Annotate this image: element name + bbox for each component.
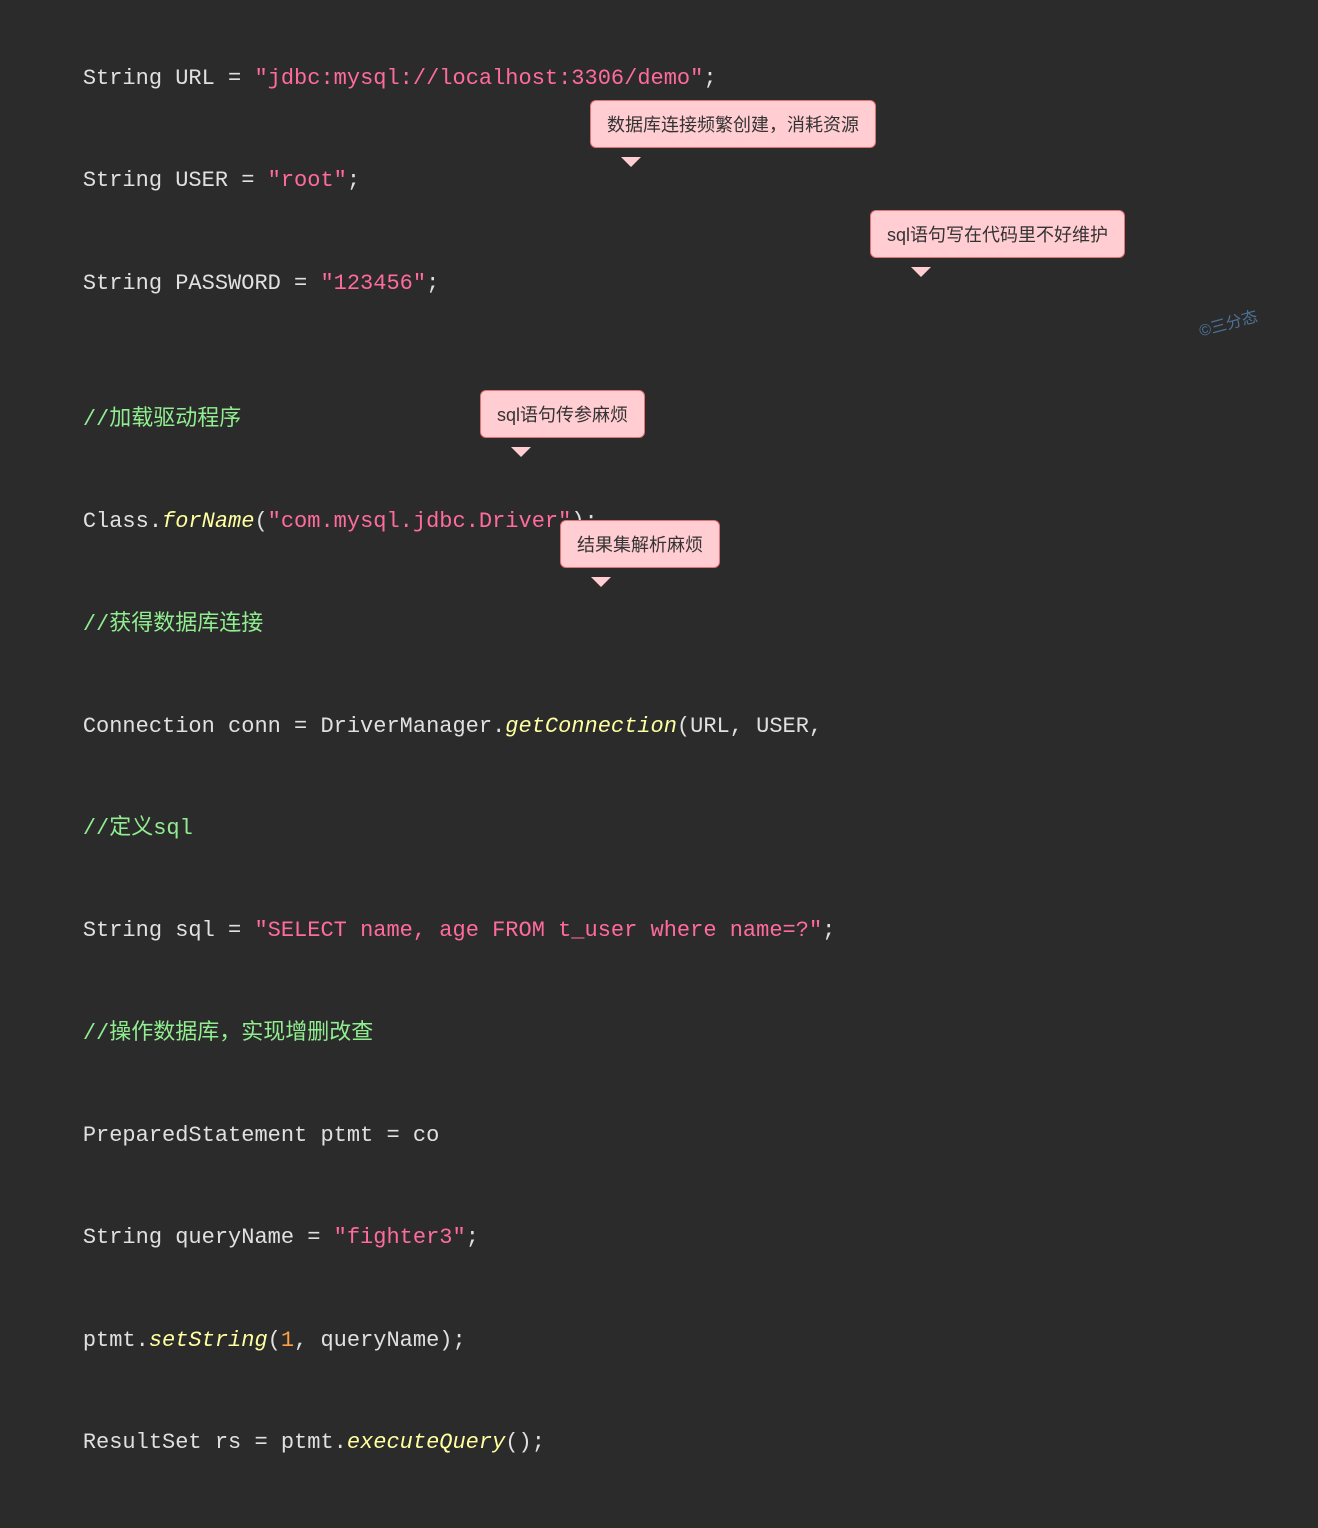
code-line-13: String queryName = "fighter3";: [30, 1187, 1288, 1289]
code-line-16: //如果有数据，rs.next()返回true: [30, 1494, 1288, 1528]
callout-2: sql语句写在代码里不好维护: [870, 210, 1125, 258]
callout-3-text: sql语句传参麻烦: [497, 405, 628, 425]
callout-1-text: 数据库连接频繁创建，消耗资源: [607, 115, 859, 135]
callout-1: 数据库连接频繁创建，消耗资源: [590, 100, 876, 148]
code-line-9: //定义sql: [30, 778, 1288, 880]
callout-4-text: 结果集解析麻烦: [577, 535, 703, 555]
code-line-7: //获得数据库连接: [30, 574, 1288, 676]
callout-2-text: sql语句写在代码里不好维护: [887, 225, 1108, 245]
code-line-4: [30, 335, 1288, 369]
callout-4: 结果集解析麻烦: [560, 520, 720, 568]
code-line-5: //加载驱动程序: [30, 369, 1288, 471]
code-line-11: //操作数据库，实现增删改查: [30, 983, 1288, 1085]
code-line-15: ResultSet rs = ptmt.executeQuery();: [30, 1392, 1288, 1494]
code-line-10: String sql = "SELECT name, age FROM t_us…: [30, 880, 1288, 982]
callout-3: sql语句传参麻烦: [480, 390, 645, 438]
code-line-14: ptmt.setString(1, queryName);: [30, 1289, 1288, 1391]
code-line-8: Connection conn = DriverManager.getConne…: [30, 676, 1288, 778]
code-line-12: PreparedStatement ptmt = co: [30, 1085, 1288, 1187]
